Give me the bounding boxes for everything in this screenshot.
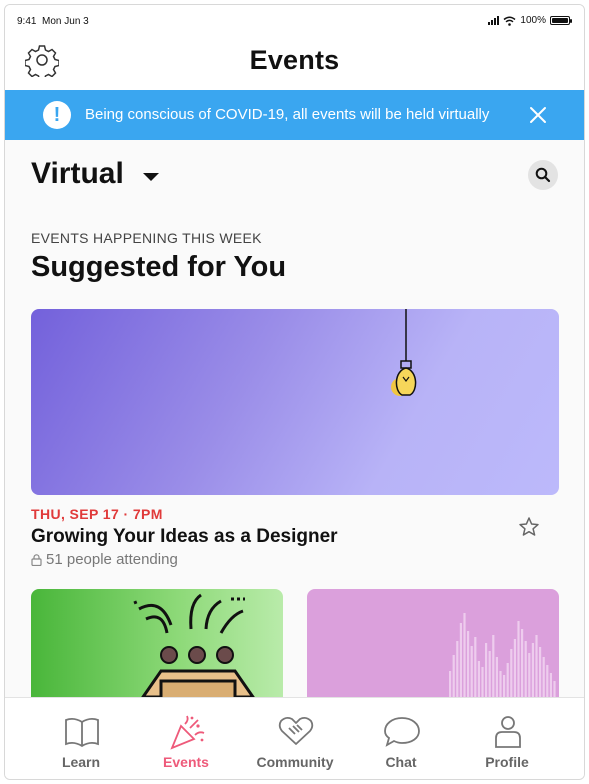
soundwave-bar <box>488 651 491 701</box>
status-bar: 9:41 Mon Jun 3 100% <box>5 5 584 37</box>
covid-banner: ! Being conscious of COVID-19, all event… <box>5 90 584 140</box>
tab-label-profile: Profile <box>485 754 529 770</box>
navigation-header: Events <box>5 37 584 90</box>
attending-count: 51 people attending <box>46 551 178 568</box>
soundwave-bar <box>528 653 531 701</box>
soundwave-bar <box>542 657 545 701</box>
soundwave-bar <box>467 631 470 701</box>
soundwave-bar <box>470 646 473 701</box>
person-icon <box>495 716 521 748</box>
soundwave-bar <box>477 661 480 701</box>
tab-chat[interactable]: Chat <box>351 698 451 779</box>
soundwave-illustration <box>449 613 556 701</box>
soundwave-bar <box>495 657 498 701</box>
soundwave-bar <box>521 629 524 701</box>
lightbulb-illustration <box>391 309 417 396</box>
handshake-icon <box>278 716 314 745</box>
soundwave-bar <box>546 665 549 701</box>
soundwave-bar <box>481 667 484 701</box>
exclamation-icon: ! <box>43 101 71 129</box>
tab-events[interactable]: Events <box>136 698 236 779</box>
soundwave-bar <box>513 639 516 701</box>
tab-label-learn: Learn <box>61 754 101 770</box>
wifi-icon <box>503 16 516 26</box>
event-title[interactable]: Growing Your Ideas as a Designer <box>31 526 338 548</box>
app-frame: 9:41 Mon Jun 3 100% Events ! Being consc… <box>4 4 585 780</box>
tab-bar: Learn Events Community Chat Profile <box>5 697 584 779</box>
soundwave-bar <box>531 643 534 701</box>
soundwave-bar <box>463 613 466 701</box>
event-card-box-illustration[interactable] <box>31 589 283 709</box>
section-title: Suggested for You <box>31 251 287 283</box>
location-selector[interactable]: Virtual <box>31 157 124 191</box>
tab-profile[interactable]: Profile <box>457 698 557 779</box>
soundwave-bar <box>485 643 488 701</box>
tab-label-events: Events <box>163 754 209 770</box>
soundwave-bar <box>456 641 459 701</box>
soundwave-bar <box>459 623 462 701</box>
page-title: Events <box>249 45 340 75</box>
soundwave-bar <box>510 649 513 701</box>
soundwave-bar <box>524 641 527 701</box>
status-indicators: 100% <box>488 15 572 26</box>
exploding-box-illustration <box>133 593 256 709</box>
tab-label-community: Community <box>256 754 334 770</box>
book-icon <box>65 717 99 748</box>
tab-label-chat: Chat <box>385 754 417 770</box>
search-icon <box>535 167 551 183</box>
banner-message: Being conscious of COVID-19, all events … <box>85 106 490 123</box>
status-time: 9:41 Mon Jun 3 <box>17 16 89 27</box>
soundwave-bar <box>452 655 455 701</box>
soundwave-bar <box>492 635 495 701</box>
soundwave-bar <box>506 663 509 701</box>
attendance-info: 51 people attending <box>31 551 178 568</box>
soundwave-bar <box>517 621 520 701</box>
battery-icon <box>550 16 572 25</box>
section-overline: EVENTS HAPPENING THIS WEEK <box>31 230 262 246</box>
signal-icon <box>488 16 500 25</box>
soundwave-bar <box>474 637 477 701</box>
event-card-image[interactable] <box>31 309 559 495</box>
chat-bubble-icon <box>384 717 420 747</box>
soundwave-bar <box>535 635 538 701</box>
event-card-sound-illustration[interactable] <box>307 589 559 709</box>
soundwave-bar <box>539 647 542 701</box>
search-button[interactable] <box>528 160 558 190</box>
lock-icon <box>31 553 42 566</box>
tab-learn[interactable]: Learn <box>31 698 131 779</box>
star-icon[interactable] <box>518 516 540 538</box>
tab-community[interactable]: Community <box>245 698 345 779</box>
chevron-down-icon[interactable] <box>143 173 159 181</box>
battery-percent: 100% <box>520 15 546 26</box>
party-popper-icon <box>170 715 205 750</box>
close-icon[interactable] <box>528 105 548 125</box>
event-date: THU, SEP 17 · 7PM <box>31 506 163 522</box>
